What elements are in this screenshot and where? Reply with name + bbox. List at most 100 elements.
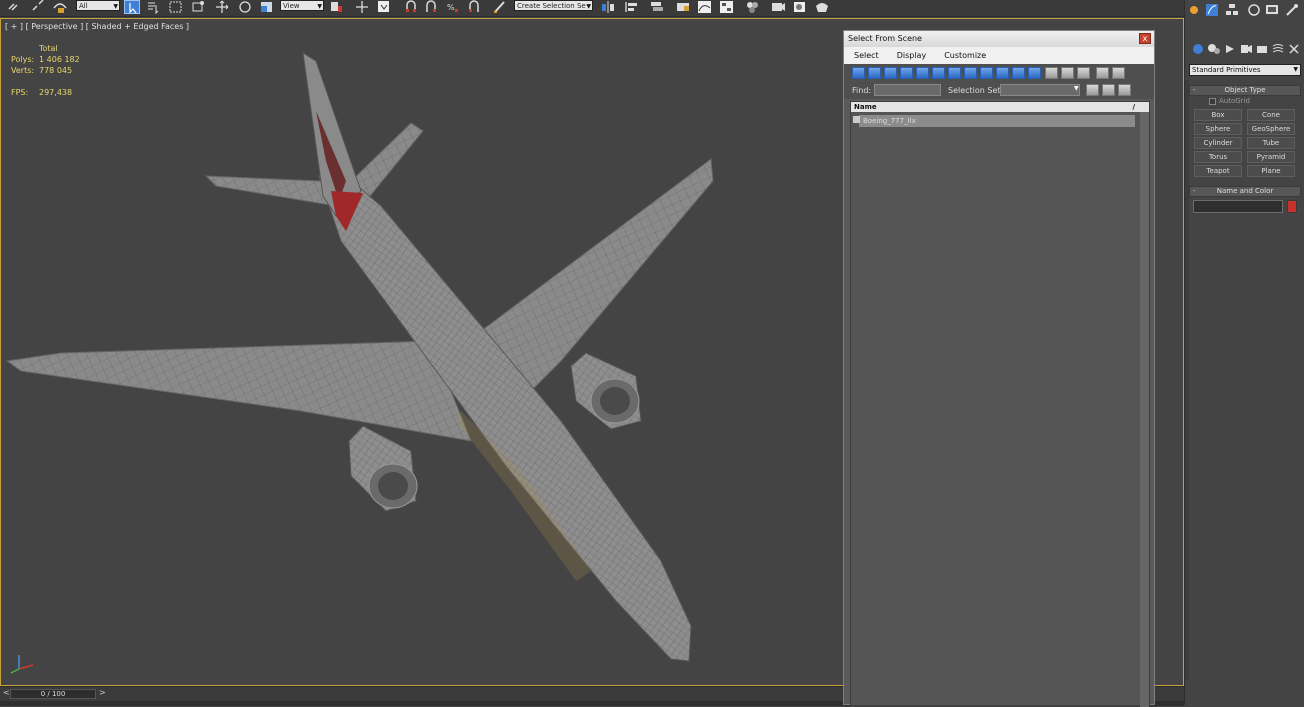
find-input[interactable] xyxy=(874,84,941,96)
percent-snap-icon[interactable]: % xyxy=(446,0,462,14)
rotate-icon[interactable] xyxy=(237,0,253,14)
pivot-icon[interactable] xyxy=(329,0,345,14)
close-button[interactable]: x xyxy=(1139,33,1151,44)
select-by-name-icon[interactable] xyxy=(146,0,162,15)
object-name-input[interactable] xyxy=(1193,200,1283,213)
geometry-icon[interactable] xyxy=(1191,42,1205,56)
scene-object-list[interactable]: Name / Boeing_777_Ilx xyxy=(850,101,1150,707)
bind-spacewarp-icon[interactable] xyxy=(52,0,68,14)
angle-snap-icon[interactable] xyxy=(424,0,440,14)
list-item[interactable]: Boeing_777_Ilx xyxy=(859,115,1135,127)
unlink-icon[interactable] xyxy=(30,0,46,14)
display-groups-icon[interactable] xyxy=(948,67,961,79)
display-xrefs-icon[interactable] xyxy=(964,67,977,79)
menu-select[interactable]: Select xyxy=(854,51,879,60)
teapot-button[interactable]: Teapot xyxy=(1194,165,1242,177)
time-slider[interactable]: 0 / 100 xyxy=(10,689,96,699)
display-bones-icon[interactable] xyxy=(980,67,993,79)
schematic-icon[interactable] xyxy=(719,0,735,14)
move-icon[interactable] xyxy=(214,0,230,14)
systems-icon[interactable] xyxy=(1287,42,1301,56)
add-to-set-icon[interactable] xyxy=(1102,84,1115,96)
display-lights-icon[interactable] xyxy=(884,67,897,79)
object-color-swatch[interactable] xyxy=(1287,200,1297,213)
curve-editor-icon[interactable] xyxy=(697,0,713,14)
display-invert-icon[interactable] xyxy=(1077,67,1090,79)
display-icon[interactable] xyxy=(1265,3,1279,17)
primitive-category-select[interactable]: Standard Primitives ▼ xyxy=(1189,64,1301,76)
cone-button[interactable]: Cone xyxy=(1247,109,1295,121)
layer-manager-icon[interactable] xyxy=(649,0,665,14)
shapes-icon[interactable] xyxy=(1207,42,1221,56)
graphite-icon[interactable] xyxy=(675,0,691,14)
material-editor-icon[interactable] xyxy=(745,0,761,14)
select-object-icon[interactable] xyxy=(124,0,140,14)
dialog-menu-bar: Select Display Customize xyxy=(844,47,1154,64)
plane-button[interactable]: Plane xyxy=(1247,165,1295,177)
name-and-color-header[interactable]: - Name and Color xyxy=(1189,186,1301,197)
create-icon[interactable] xyxy=(1187,3,1201,17)
display-containers-icon[interactable] xyxy=(996,67,1009,79)
torus-button[interactable]: Torus xyxy=(1194,151,1242,163)
sphere-button[interactable]: Sphere xyxy=(1194,123,1242,135)
display-hidden-icon[interactable] xyxy=(1028,67,1041,79)
prev-frame-button[interactable]: < xyxy=(3,688,10,697)
modify-icon[interactable] xyxy=(1205,3,1219,17)
motion-icon[interactable] xyxy=(1247,3,1261,17)
dialog-title-bar[interactable]: Select From Scene x xyxy=(844,31,1154,47)
cameras-icon[interactable] xyxy=(1239,42,1253,56)
autogrid-checkbox[interactable]: AutoGrid xyxy=(1189,96,1301,107)
remove-from-set-icon[interactable] xyxy=(1118,84,1131,96)
svg-text:%: % xyxy=(447,3,455,12)
reference-coord-select[interactable]: View ▼ xyxy=(280,0,324,11)
hierarchy-icon[interactable] xyxy=(1225,3,1239,17)
align-icon[interactable] xyxy=(624,0,640,14)
command-panel-scrollbar[interactable] xyxy=(1185,80,1189,680)
pyramid-button[interactable]: Pyramid xyxy=(1247,151,1295,163)
tube-button[interactable]: Tube xyxy=(1247,137,1295,149)
mirror-icon[interactable] xyxy=(600,0,616,14)
render-icon[interactable] xyxy=(814,0,830,14)
link-icon[interactable] xyxy=(6,0,22,14)
primitive-category-value: Standard Primitives xyxy=(1192,66,1261,74)
cylinder-button[interactable]: Cylinder xyxy=(1194,137,1242,149)
selection-set-input[interactable] xyxy=(1000,84,1080,96)
helpers-icon[interactable] xyxy=(1255,42,1269,56)
scale-icon[interactable] xyxy=(259,0,275,14)
filter-icon[interactable] xyxy=(1096,67,1109,79)
named-selection-set-select[interactable]: Create Selection Se ▼ xyxy=(514,0,593,11)
menu-display[interactable]: Display xyxy=(897,51,927,60)
render-setup-icon[interactable] xyxy=(770,0,786,14)
edit-named-selection-icon[interactable] xyxy=(492,0,508,14)
display-helpers-icon[interactable] xyxy=(916,67,929,79)
menu-customize[interactable]: Customize xyxy=(944,51,986,60)
spacewarps-icon[interactable] xyxy=(1271,42,1285,56)
chevron-down-icon[interactable]: ▼ xyxy=(1074,85,1079,92)
select-manipulate-icon[interactable] xyxy=(354,0,370,14)
filter-options-icon[interactable] xyxy=(1112,67,1125,79)
display-geometry-icon[interactable] xyxy=(852,67,865,79)
spinner-snap-icon[interactable] xyxy=(467,0,483,14)
display-none-icon[interactable] xyxy=(1061,67,1074,79)
selection-filter-select[interactable]: All ▼ xyxy=(76,0,120,11)
window-crossing-icon[interactable] xyxy=(190,0,206,14)
rendered-frame-icon[interactable] xyxy=(792,0,808,14)
create-set-icon[interactable] xyxy=(1086,84,1099,96)
keyboard-shortcut-icon[interactable] xyxy=(376,0,392,14)
display-frozen-icon[interactable] xyxy=(1012,67,1025,79)
geosphere-button[interactable]: GeoSphere xyxy=(1247,123,1295,135)
next-frame-button[interactable]: > xyxy=(99,688,106,697)
utilities-icon[interactable] xyxy=(1285,3,1299,17)
display-shapes-icon[interactable] xyxy=(868,67,881,79)
display-all-icon[interactable] xyxy=(1045,67,1058,79)
column-header-name[interactable]: Name / xyxy=(851,102,1149,112)
lights-icon[interactable] xyxy=(1223,42,1237,56)
object-type-header[interactable]: - Object Type xyxy=(1189,85,1301,96)
list-scrollbar[interactable] xyxy=(1140,112,1149,707)
display-cameras-icon[interactable] xyxy=(900,67,913,79)
box-button[interactable]: Box xyxy=(1194,109,1242,121)
snap-icon[interactable] xyxy=(404,0,420,14)
display-spacewarps-icon[interactable] xyxy=(932,67,945,79)
command-panel: Standard Primitives ▼ - Object Type Auto… xyxy=(1184,0,1304,705)
rect-region-icon[interactable] xyxy=(168,0,184,14)
